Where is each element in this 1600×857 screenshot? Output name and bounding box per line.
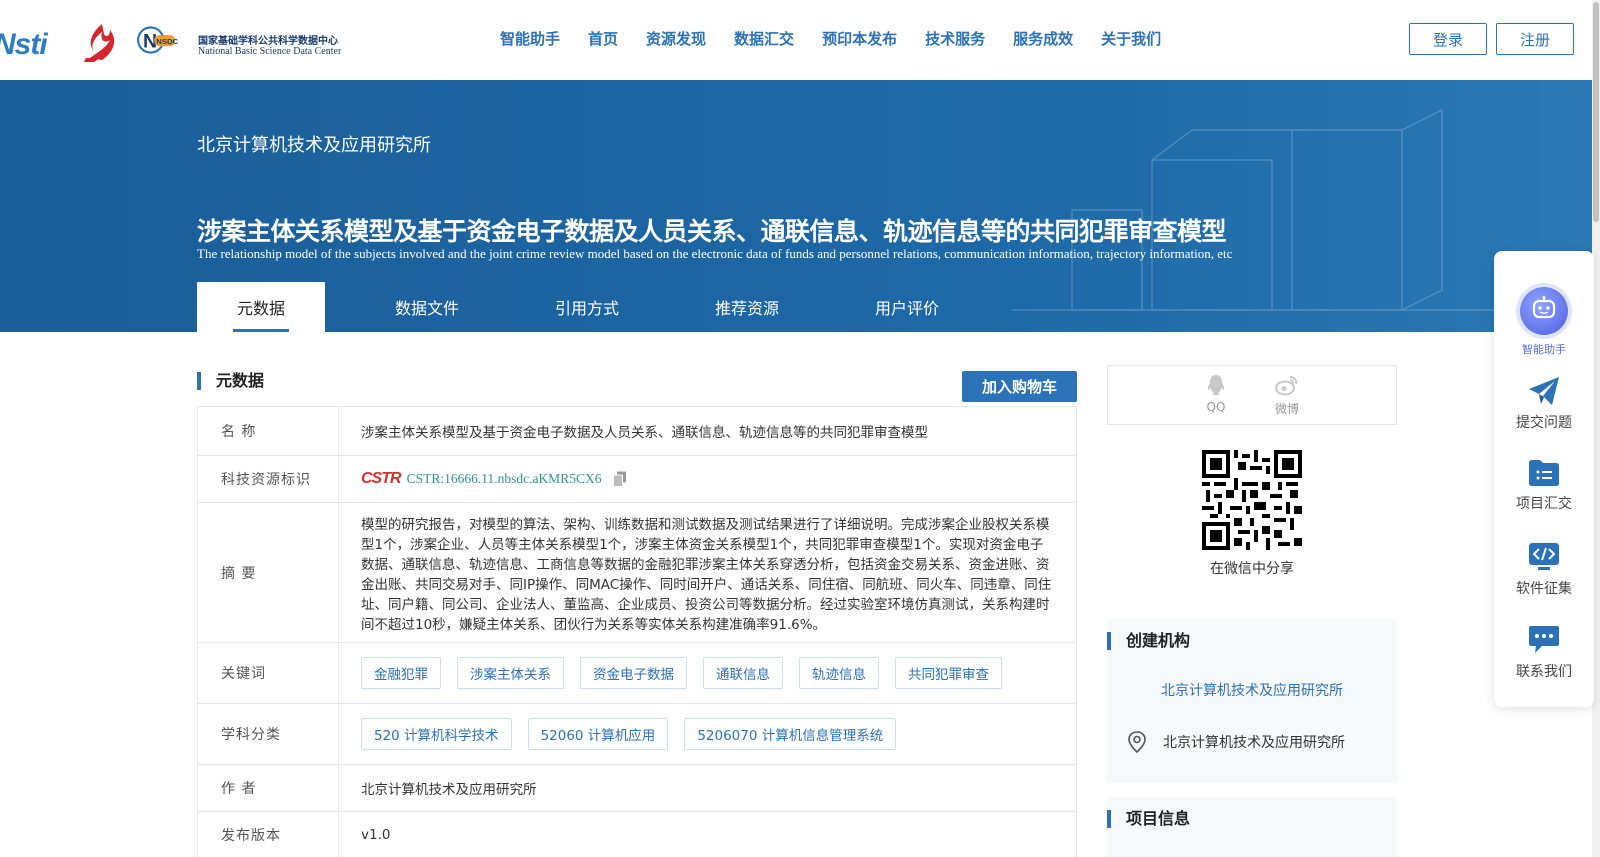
name-label: 名 称 xyxy=(198,407,339,455)
qq-icon xyxy=(1207,375,1225,395)
cstr-logo-icon: CSTR xyxy=(361,470,402,487)
metadata-table: 名 称 涉案主体关系模型及基于资金电子数据及人员关系、通联信息、轨迹信息等的共同… xyxy=(197,406,1077,857)
project-info-title: 项目信息 xyxy=(1107,810,1190,828)
nav-service-results[interactable]: 服务成效 xyxy=(1013,28,1073,49)
creator-org-box: 创建机构 北京计算机技术及应用研究所 北京计算机技术及应用研究所 xyxy=(1107,618,1397,783)
cstr-link[interactable]: CSTR:16666.11.nbsdc.aKMR5CX6 xyxy=(407,471,602,487)
creator-org-location-text: 北京计算机技术及应用研究所 xyxy=(1163,735,1345,751)
keyword-tag[interactable]: 通联信息 xyxy=(703,657,783,689)
side-question-label: 提交问题 xyxy=(1516,415,1572,431)
subject-tag[interactable]: 520 计算机科学技术 xyxy=(361,718,512,750)
identifier-value: CSTR CSTR:16666.11.nbsdc.aKMR5CX6 xyxy=(339,456,1076,502)
red-flame-logo-icon[interactable] xyxy=(80,22,122,62)
nsdc-name-cn: 国家基础学科公共科学数据中心 xyxy=(198,36,338,47)
tab-user-reviews[interactable]: 用户评价 xyxy=(827,282,987,332)
side-submit-question-button[interactable]: 提交问题 xyxy=(1494,376,1594,432)
tab-data-files[interactable]: 数据文件 xyxy=(347,282,507,332)
tab-metadata[interactable]: 元数据 xyxy=(197,282,325,332)
side-contact-label: 联系我们 xyxy=(1516,664,1572,680)
register-button[interactable]: 注册 xyxy=(1496,23,1574,55)
chat-bubble-icon xyxy=(1529,626,1559,653)
subject-label: 学科分类 xyxy=(198,704,339,764)
copy-icon[interactable] xyxy=(613,471,627,487)
abstract-value: 模型的研究报告，对模型的算法、架构、训练数据和测试数据及测试结果进行了详细说明。… xyxy=(361,516,1052,633)
subject-list: 520 计算机科学技术 52060 计算机应用 5206070 计算机信息管理系… xyxy=(339,704,1076,764)
nav-tech-service[interactable]: 技术服务 xyxy=(925,28,985,49)
nsdc-name-en: National Basic Science Data Center xyxy=(198,46,342,57)
side-software-label: 软件征集 xyxy=(1516,581,1572,597)
floating-side-panel: 智能助手 提交问题 项目汇交 软件征集 联系我们 xyxy=(1494,251,1594,707)
table-row: 作 者 北京计算机技术及应用研究所 xyxy=(198,765,1076,812)
table-row: 发布版本 v1.0 xyxy=(198,812,1076,857)
nsti-logo[interactable]: Nsti xyxy=(0,28,48,62)
keyword-tag[interactable]: 金融犯罪 xyxy=(361,657,441,689)
keyword-tag[interactable]: 共同犯罪审查 xyxy=(895,657,1002,689)
table-row: 学科分类 520 计算机科学技术 52060 计算机应用 5206070 计算机… xyxy=(198,704,1076,765)
identifier-label: 科技资源标识 xyxy=(198,456,339,502)
nav-ai-assistant[interactable]: 智能助手 xyxy=(500,28,560,49)
table-row: 名 称 涉案主体关系模型及基于资金电子数据及人员关系、通联信息、轨迹信息等的共同… xyxy=(198,407,1076,456)
version-value: v1.0 xyxy=(361,827,391,843)
metadata-section-title: 元数据 xyxy=(197,372,264,390)
subject-tag[interactable]: 52060 计算机应用 xyxy=(527,718,669,750)
side-project-label: 项目汇交 xyxy=(1516,496,1572,512)
author-label: 作 者 xyxy=(198,765,339,811)
weibo-icon xyxy=(1275,376,1298,396)
nav-resource-discovery[interactable]: 资源发现 xyxy=(646,28,706,49)
nav-about[interactable]: 关于我们 xyxy=(1101,28,1161,49)
tab-bar: 元数据 数据文件 引用方式 推荐资源 用户评价 xyxy=(197,282,987,332)
creator-org-title: 创建机构 xyxy=(1107,632,1190,650)
nav-home[interactable]: 首页 xyxy=(588,28,618,49)
nav-data-submission[interactable]: 数据汇交 xyxy=(734,28,794,49)
hero-banner: 北京计算机技术及应用研究所 涉案主体关系模型及基于资金电子数据及人员关系、通联信… xyxy=(0,80,1592,332)
top-header: Nsti N NSDC 国家基础学科公共科学数据中心 National Basi… xyxy=(0,0,1592,80)
keyword-tag[interactable]: 轨迹信息 xyxy=(799,657,879,689)
folder-list-icon xyxy=(1529,460,1559,486)
keywords-list: 金融犯罪 涉案主体关系 资金电子数据 通联信息 轨迹信息 共同犯罪审查 xyxy=(339,643,1076,703)
table-row: 关键词 金融犯罪 涉案主体关系 资金电子数据 通联信息 轨迹信息 共同犯罪审查 xyxy=(198,643,1076,704)
page-title: 涉案主体关系模型及基于资金电子数据及人员关系、通联信息、轨迹信息等的共同犯罪审查… xyxy=(197,217,1227,246)
code-icon xyxy=(1529,543,1559,570)
main-nav: 智能助手 首页 资源发现 数据汇交 预印本发布 技术服务 服务成效 关于我们 xyxy=(500,28,1189,49)
keywords-label: 关键词 xyxy=(198,643,339,703)
subject-tag[interactable]: 5206070 计算机信息管理系统 xyxy=(684,718,897,750)
nsdc-logo[interactable]: N NSDC 国家基础学科公共科学数据中心 National Basic Sci… xyxy=(136,20,352,62)
side-contact-button[interactable]: 联系我们 xyxy=(1494,625,1594,681)
add-to-cart-button[interactable]: 加入购物车 xyxy=(962,371,1077,402)
share-qq-label: QQ xyxy=(1206,400,1226,414)
version-label: 发布版本 xyxy=(198,812,339,857)
table-row: 摘 要 模型的研究报告，对模型的算法、架构、训练数据和测试数据及测试结果进行了详… xyxy=(198,503,1076,643)
share-weibo-button[interactable]: 微博 xyxy=(1267,374,1307,417)
wechat-share-caption: 在微信中分享 xyxy=(1210,561,1294,577)
svg-text:NSDC: NSDC xyxy=(156,37,178,46)
keyword-tag[interactable]: 涉案主体关系 xyxy=(457,657,564,689)
scrollbar-thumb[interactable] xyxy=(1593,2,1599,222)
name-value: 涉案主体关系模型及基于资金电子数据及人员关系、通联信息、轨迹信息等的共同犯罪审查… xyxy=(361,425,928,441)
robot-icon xyxy=(1520,287,1568,335)
banner-org-name: 北京计算机技术及应用研究所 xyxy=(197,135,431,156)
tab-citation[interactable]: 引用方式 xyxy=(507,282,667,332)
location-pin-icon xyxy=(1128,731,1146,753)
share-box: QQ 微博 xyxy=(1107,365,1397,425)
paper-plane-icon xyxy=(1529,377,1559,405)
tab-recommended[interactable]: 推荐资源 xyxy=(667,282,827,332)
creator-org-location: 北京计算机技术及应用研究所 xyxy=(1127,731,1345,753)
side-software-collect-button[interactable]: 软件征集 xyxy=(1494,542,1594,598)
side-ai-label: 智能助手 xyxy=(1522,343,1566,356)
nav-preprint[interactable]: 预印本发布 xyxy=(822,28,897,49)
share-qq-button[interactable]: QQ xyxy=(1196,374,1236,414)
author-value: 北京计算机技术及应用研究所 xyxy=(361,782,537,798)
abstract-label: 摘 要 xyxy=(198,503,339,642)
wechat-qr-code xyxy=(1202,450,1302,550)
page-title-en: The relationship model of the subjects i… xyxy=(197,246,1233,261)
share-weibo-label: 微博 xyxy=(1274,402,1299,416)
nsdc-mark-icon: N NSDC xyxy=(137,26,178,54)
creator-org-link[interactable]: 北京计算机技术及应用研究所 xyxy=(1107,680,1397,700)
project-info-box: 项目信息 xyxy=(1107,797,1397,857)
keyword-tag[interactable]: 资金电子数据 xyxy=(580,657,687,689)
table-row: 科技资源标识 CSTR CSTR:16666.11.nbsdc.aKMR5CX6 xyxy=(198,456,1076,503)
login-button[interactable]: 登录 xyxy=(1409,23,1487,55)
side-project-submit-button[interactable]: 项目汇交 xyxy=(1494,459,1594,513)
side-ai-assistant-button[interactable]: 智能助手 xyxy=(1494,287,1594,357)
